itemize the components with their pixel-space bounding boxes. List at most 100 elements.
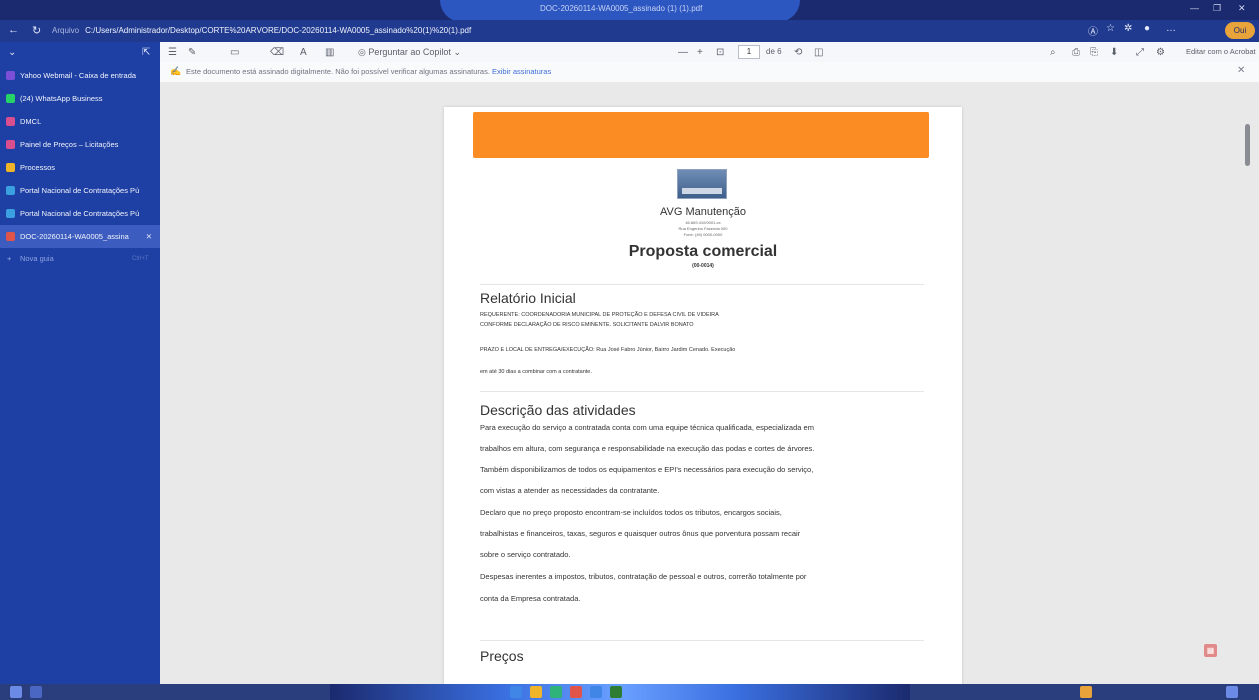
tray-icon[interactable] [1080, 686, 1092, 698]
sidebar-tab-item[interactable]: Processos [0, 156, 160, 179]
search-taskbar-icon[interactable] [30, 686, 42, 698]
tab-favicon-icon [6, 232, 15, 241]
description-line: trabalhos em altura, com segurança e res… [480, 444, 815, 453]
copilot-mini-icon: ◎ [358, 47, 366, 57]
company-name: AVG Manutenção [659, 206, 746, 218]
more-options-icon[interactable]: … [1166, 23, 1176, 34]
sidebar-tab-item[interactable]: (24) WhatsApp Business [0, 87, 160, 110]
document-title: Proposta comercial [628, 243, 778, 260]
sidebar-tab-item[interactable]: Yahoo Webmail - Caixa de entrada [0, 64, 160, 87]
settings-gear-icon[interactable]: ⚙ [1156, 47, 1165, 58]
description-line: trabalhistas e financeiros, taxas, segur… [480, 529, 801, 538]
description-line: Declaro que no preço proposto encontram-… [480, 508, 782, 517]
close-window-button[interactable]: ✕ [1238, 3, 1246, 14]
company-info-line: Rua Engenho Fazenda 000 [678, 226, 728, 231]
sidebar-tab-item[interactable]: DOC-20260114-WA0005_assina ✕ [0, 225, 160, 248]
save-as-icon[interactable]: ⬇ [1110, 47, 1118, 58]
taskbar-app-icon[interactable] [550, 686, 562, 698]
edit-with-acrobat-button[interactable]: Editar com o Acrobat [1186, 47, 1256, 56]
url-field[interactable]: Arquivo C:/Users/Administrador/Desktop/CO… [52, 23, 652, 39]
close-tab-icon[interactable]: ✕ [146, 225, 152, 248]
section-heading: Preços [480, 648, 524, 664]
address-bar: ← ↻ Arquivo C:/Users/Administrador/Deskto… [0, 20, 1259, 42]
erase-icon[interactable]: ⌫ [270, 47, 284, 58]
pdf-viewer[interactable]: AVG Manutenção 46.869.410/0001-xx Rua En… [160, 82, 1259, 684]
description-line: Também disponibilizamos de todos os equi… [480, 465, 814, 474]
tab-favicon-icon [6, 117, 15, 126]
description-line: Para execução do serviço a contratada co… [480, 423, 814, 432]
company-info-line: Fone: (49) 0000-0000 [683, 232, 723, 237]
report-line: CONFORME DECLARAÇÃO DE RISCO EMINENTE. S… [480, 322, 694, 328]
copilot-icon[interactable]: ● [1144, 23, 1150, 34]
sidebar-tab-label: (24) WhatsApp Business [20, 94, 103, 103]
tab-list: Yahoo Webmail - Caixa de entrada (24) Wha… [0, 64, 160, 248]
window-titlebar: DOC-20260114-WA0005_assinado (1) (1).pdf… [0, 0, 1259, 22]
highlight-icon[interactable]: ▭ [230, 47, 239, 58]
refresh-icon[interactable]: ↻ [32, 24, 41, 37]
sidebar-tab-item[interactable]: DMCL [0, 110, 160, 133]
taskbar-app-icon[interactable] [610, 686, 622, 698]
taskbar-app-icon[interactable] [530, 686, 542, 698]
page-view-icon[interactable]: ◫ [814, 47, 823, 58]
extensions-icon[interactable]: ✲ [1124, 23, 1132, 34]
save-icon[interactable]: ⎘ [1090, 47, 1098, 58]
divider [480, 391, 924, 392]
print-icon[interactable]: ⎙ [1072, 47, 1080, 58]
tab-favicon-icon [6, 71, 15, 80]
view-signatures-link[interactable]: Exibir assinaturas [492, 67, 551, 76]
rotate-icon[interactable]: ⟲ [794, 47, 802, 58]
page-total: de 6 [766, 47, 782, 56]
tab-favicon-icon [6, 94, 15, 103]
close-notice-icon[interactable]: ✕ [1237, 65, 1245, 76]
ask-copilot-label: Perguntar ao Copilot [368, 47, 451, 57]
description-line: Despesas inerentes a impostos, tributos,… [480, 572, 807, 581]
draw-icon[interactable]: ✎ [188, 47, 196, 58]
report-line: PRAZO E LOCAL DE ENTREGA/EXECUÇÃO: Rua J… [480, 347, 736, 353]
favorite-star-icon[interactable]: ☆ [1106, 23, 1115, 34]
pdf-toolbar: ☰ ✎ ▭ ⌫ A ▥ ◎ Perguntar ao Copilot ⌄ — +… [160, 42, 1259, 82]
contents-icon[interactable]: ☰ [168, 47, 177, 58]
zoom-out-button[interactable]: — [678, 47, 688, 58]
taskbar-app-icon[interactable] [510, 686, 522, 698]
floating-action-icon[interactable]: ▦ [1204, 644, 1217, 657]
search-icon[interactable]: ⌕ [1050, 47, 1056, 58]
maximize-button[interactable]: ❐ [1213, 3, 1221, 14]
start-icon[interactable] [10, 686, 22, 698]
sidebar-tab-label: DOC-20260114-WA0005_assina [20, 232, 129, 241]
zoom-in-button[interactable]: + [697, 47, 703, 58]
taskbar-app-icon[interactable] [590, 686, 602, 698]
sidebar-tab-item[interactable]: Portal Nacional de Contratações Pú [0, 179, 160, 202]
document-number: (00-0014) [692, 263, 714, 269]
new-tab-button[interactable]: + Nova guia Ctrl+T [0, 248, 160, 270]
tab-favicon-icon [6, 209, 15, 218]
read-aloud-icon[interactable]: Ⓐ [1088, 23, 1098, 38]
sidebar-tab-item[interactable]: Portal Nacional de Contratações Pú [0, 202, 160, 225]
sidebar-tab-label: Yahoo Webmail - Caixa de entrada [20, 71, 137, 80]
new-tab-shortcut: Ctrl+T [132, 256, 149, 262]
signature-notice-text: Este documento está assinado digitalment… [186, 67, 490, 76]
signature-pen-icon: ✍ [170, 66, 182, 76]
vertical-scrollbar[interactable] [1245, 124, 1250, 166]
window-title: DOC-20260114-WA0005_assinado (1) (1).pdf [540, 4, 703, 13]
report-line: REQUERENTE: COORDENADORIA MUNICIPAL DE P… [480, 312, 719, 318]
page-number-input[interactable]: 1 [738, 45, 760, 59]
text-icon[interactable]: A [300, 47, 307, 58]
signature-notice: Este documento está assinado digitalment… [186, 67, 551, 76]
fullscreen-icon[interactable]: ⤢ [1136, 47, 1144, 58]
taskbar-app-icon[interactable] [570, 686, 582, 698]
section-heading: Descrição das atividades [480, 402, 636, 418]
sidebar-tab-label: Painel de Preços – Licitações [20, 140, 119, 149]
profile-avatar[interactable]: Oui [1225, 22, 1255, 39]
minimize-button[interactable]: — [1190, 3, 1199, 13]
sidebar-tab-label: Portal Nacional de Contratações Pú [20, 209, 140, 218]
plus-icon: + [7, 254, 12, 263]
pin-sidebar-icon[interactable]: ⇱ [142, 47, 150, 58]
immersive-reader-icon[interactable]: ▥ [325, 47, 334, 58]
fit-page-icon[interactable]: ⊡ [716, 47, 724, 58]
tab-actions-icon[interactable]: ⌄ [8, 47, 16, 58]
divider [480, 284, 924, 285]
sidebar-tab-item[interactable]: Painel de Preços – Licitações [0, 133, 160, 156]
back-arrow-icon[interactable]: ← [8, 24, 19, 36]
notifications-icon[interactable] [1226, 686, 1238, 698]
ask-copilot-button[interactable]: ◎ Perguntar ao Copilot ⌄ [358, 47, 461, 58]
